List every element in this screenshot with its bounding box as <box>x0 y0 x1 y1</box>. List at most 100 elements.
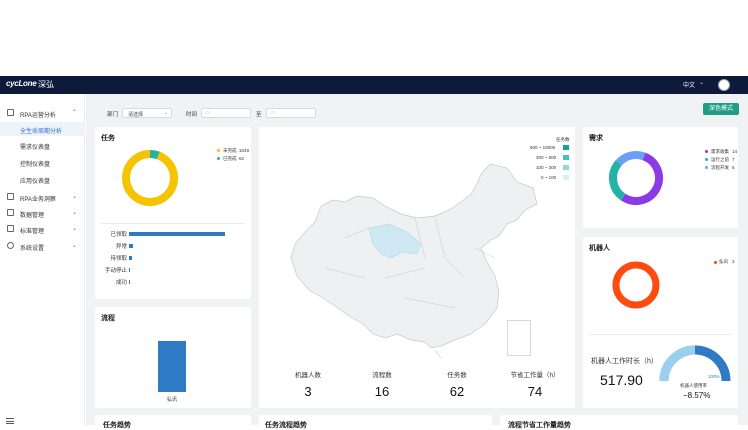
legend-finished-value: 62 <box>239 156 245 161</box>
sidebar-item-settings[interactable]: 系统设置 ⌄ <box>0 239 85 253</box>
chevron-down-icon: ⌄ <box>72 226 78 232</box>
to-label: 至 <box>256 112 262 118</box>
company-logo: cycLone <box>6 79 37 88</box>
avatar[interactable] <box>718 79 730 91</box>
map-legend-swatch-2 <box>563 165 569 170</box>
menu-collapse-icon[interactable] <box>6 418 14 424</box>
task-trend-title: 任务趋势 <box>103 422 131 429</box>
legend-dot-unfinished <box>217 149 220 152</box>
demand-legend-dot <box>705 158 708 161</box>
demand-legend-label: 需求收集 <box>711 149 729 154</box>
gauge-percent: 100% <box>708 374 720 379</box>
sidebar-item-standard[interactable]: 标准管理 ⌄ <box>0 222 85 236</box>
map-island <box>434 349 442 358</box>
database-icon <box>7 209 14 216</box>
brand-name: 深弘 <box>38 80 54 89</box>
task-donut-unfinished <box>122 150 178 206</box>
demand-legend-dot <box>705 150 708 153</box>
sidebar-subitem-lifecycle[interactable]: 全生命周期分析 <box>0 122 85 136</box>
sidebar-item-rpa-operation[interactable]: RPA运营分析 ⌃ <box>0 106 85 120</box>
legend-unfinished-label: 未完成 <box>223 148 237 153</box>
task-bar-label: 手动停止 <box>104 268 127 274</box>
demand-legend-dot <box>705 166 708 169</box>
insight-icon <box>7 193 14 200</box>
demand-donut-segment <box>615 151 646 166</box>
start-date-input[interactable]: ▭ <box>201 108 251 118</box>
dept-select[interactable]: 请选择 ⌄ <box>122 108 172 118</box>
robot-usage-gauge <box>659 345 731 382</box>
china-map <box>290 163 538 358</box>
flow-bar-label: 弘讯 <box>167 397 178 403</box>
task-bar <box>129 280 130 284</box>
south-sea-inset <box>507 320 531 356</box>
sidebar-item-rpa-insight[interactable]: RPA业务洞察 ⌄ <box>0 190 85 204</box>
calendar-icon: ▭ <box>205 110 210 116</box>
chevron-down-icon: ⌄ <box>72 210 78 216</box>
legend-dot-finished <box>217 157 220 160</box>
top-bar: cycLone 深弘 中文 ⌄ <box>0 76 748 94</box>
robot-work-label: 机器人工作时长（h） <box>591 358 658 365</box>
task-bar-label: 已领取 <box>110 232 127 238</box>
task-bar <box>129 244 133 248</box>
demand-donut-segment <box>609 160 626 201</box>
robot-donut-ring <box>612 261 660 309</box>
chevron-down-icon: ⌄ <box>164 110 169 116</box>
demand-legend-value: 5 <box>732 165 735 170</box>
stat-label: 流程数 <box>372 372 392 379</box>
gear-icon <box>7 242 14 249</box>
demand-donut-segment <box>620 152 663 205</box>
flow-trend-title: 任务流程趋势 <box>265 422 307 429</box>
map-country-shape <box>290 163 538 349</box>
map-legend-swatch-0 <box>563 145 569 150</box>
gauge-gradient <box>659 345 696 382</box>
sidebar: RPA运营分析 ⌃ 全生命周期分析 需求仪表盘 控制仪表盘 应用仪表盘 RPA业… <box>0 94 85 425</box>
sidebar-item-data[interactable]: 数据管理 ⌄ <box>0 206 85 220</box>
demand-legend-value: 14 <box>732 149 738 154</box>
legend-dot-robot <box>714 261 717 264</box>
calendar-icon: ▭ <box>270 110 275 116</box>
language-select[interactable]: 中文 <box>683 80 695 89</box>
task-title: 任务 <box>101 135 115 142</box>
map-legend-swatch-3 <box>563 175 569 180</box>
time-label: 时间 <box>186 112 198 118</box>
legend-finished-label: 已完成 <box>223 156 237 161</box>
flow-bar <box>158 341 186 392</box>
task-bar <box>129 268 130 272</box>
chevron-up-icon: ⌃ <box>72 110 78 116</box>
chevron-down-icon: ⌄ <box>72 243 78 249</box>
map-legend-swatch-1 <box>563 155 569 160</box>
standard-icon <box>7 225 14 232</box>
legend-robot-value: 3 <box>732 259 735 264</box>
demand-donut <box>609 151 663 205</box>
robot-work-value: 517.90 <box>600 372 643 388</box>
robot-title: 机器人 <box>589 245 610 252</box>
task-donut <box>122 150 178 206</box>
stat-value: 16 <box>374 384 390 399</box>
dark-mode-button[interactable]: 深色模式 <box>703 103 739 115</box>
stat-value: 74 <box>527 384 543 399</box>
demand-legend-label: 运行之前 <box>711 157 729 162</box>
savings-trend-title: 流程节省工作量趋势 <box>508 422 571 429</box>
stat-label: 机器人数 <box>295 372 321 379</box>
dept-label: 部门 <box>107 112 119 118</box>
task-bar <box>129 232 225 236</box>
robot-usage-label: 机器人使用率 <box>680 383 707 388</box>
sidebar-subitem-app[interactable]: 应用仪表盘 <box>0 172 85 186</box>
legend-robot-label: 弘讯 <box>719 259 728 264</box>
stat-value: 3 <box>304 384 312 399</box>
end-date-input[interactable]: ▭ <box>266 108 316 118</box>
task-bar-label: 成功 <box>115 280 127 286</box>
sidebar-subitem-control[interactable]: 控制仪表盘 <box>0 155 85 169</box>
chevron-down-icon: ⌄ <box>72 194 78 200</box>
map-legend-label-0: 600 ~ 10000 <box>530 145 556 150</box>
robot-usage-value: −8.57% <box>683 391 711 400</box>
flow-title: 流程 <box>101 315 115 322</box>
demand-title: 需求 <box>589 135 603 142</box>
sidebar-subitem-demand[interactable]: 需求仪表盘 <box>0 138 85 152</box>
divider <box>589 334 732 335</box>
stat-label: 节省工作量（h） <box>510 372 560 379</box>
task-bar-label: 异常 <box>115 244 127 250</box>
chevron-down-icon[interactable]: ⌄ <box>699 79 704 86</box>
task-bar <box>129 256 132 260</box>
demand-legend-value: 7 <box>732 157 735 162</box>
